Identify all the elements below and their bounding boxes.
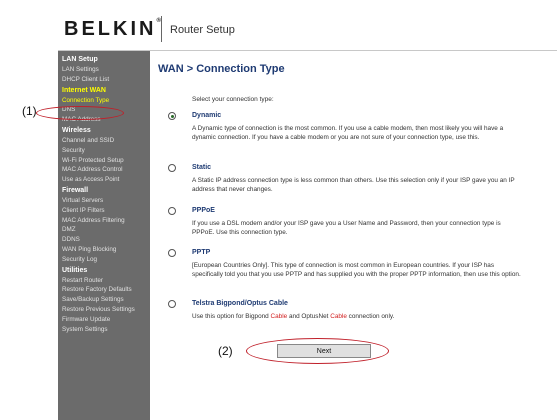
telstra-desc-part-2: and OptusNet [287, 313, 331, 320]
sidebar-item-ddns[interactable]: DDNS [62, 235, 150, 245]
radio-telstra[interactable] [168, 300, 176, 308]
sidebar-item-use-as-access-point[interactable]: Use as Access Point [62, 175, 150, 185]
sidebar-item-mac-address-filtering[interactable]: MAC Address Filtering [62, 216, 150, 226]
main-content: WAN > Connection Type Select your connec… [158, 63, 548, 320]
option-desc-dynamic: A Dynamic type of connection is the most… [192, 125, 504, 141]
radio-pptp[interactable] [168, 249, 176, 257]
telstra-desc-part-1: Use this option for Bigpond [192, 313, 271, 320]
option-desc-pppoe: If you use a DSL modem and/or your ISP g… [192, 220, 501, 236]
option-label-telstra[interactable]: Telstra Bigpond/Optus Cable [192, 300, 288, 307]
option-label-pppoe[interactable]: PPPoE [192, 207, 215, 214]
sidebar-item-client-ip-filters[interactable]: Client IP Filters [62, 206, 150, 216]
option-desc-telstra: Use this option for Bigpond Cable and Op… [192, 313, 522, 322]
sidebar-item-connection-type[interactable]: Connection Type [62, 96, 150, 106]
sidebar-item-restore-previous-settings[interactable]: Restore Previous Settings [62, 305, 150, 315]
radio-static[interactable] [168, 164, 176, 172]
option-label-pptp[interactable]: PPTP [192, 249, 210, 256]
header-divider [161, 16, 162, 42]
next-button[interactable]: Next [277, 344, 371, 358]
option-label-dynamic[interactable]: Dynamic [192, 112, 221, 119]
telstra-desc-cable-1: Cable [270, 313, 288, 320]
sidebar-item-dhcp-client-list[interactable]: DHCP Client List [62, 75, 150, 85]
callout-1-highlight [36, 106, 124, 120]
sidebar-item-wi-fi-protected-setup[interactable]: Wi-Fi Protected Setup [62, 156, 150, 166]
sidebar-item-dmz[interactable]: DMZ [62, 225, 150, 235]
header-title: Router Setup [170, 24, 235, 36]
sidebar-section-lan-setup: LAN Setup [62, 56, 98, 63]
sidebar-section-firewall: Firewall [62, 186, 89, 194]
option-desc-static: A Static IP address connection type is l… [192, 177, 515, 193]
sidebar-item-wan-ping-blocking[interactable]: WAN Ping Blocking [62, 245, 150, 255]
sidebar-item-restore-factory-defaults[interactable]: Restore Factory Defaults [62, 285, 150, 295]
sidebar-item-save-backup-settings[interactable]: Save/Backup Settings [62, 295, 150, 305]
sidebar-item-firmware-update[interactable]: Firmware Update [62, 315, 150, 325]
belkin-logo: BELKIN® [64, 18, 161, 41]
sidebar-item-virtual-servers[interactable]: Virtual Servers [62, 196, 150, 206]
option-desc-pptp: [European Countries Only]. This type of … [192, 262, 521, 278]
brand-name: BELKIN [64, 18, 157, 40]
sidebar-item-security-log[interactable]: Security Log [62, 255, 150, 265]
header: BELKIN® Router Setup [58, 0, 557, 50]
sidebar-item-lan-settings[interactable]: LAN Settings [62, 65, 150, 75]
telstra-desc-part-3: connection only. [346, 313, 395, 320]
page-title: WAN > Connection Type [158, 63, 285, 75]
connection-prompt: Select your connection type: [192, 96, 274, 103]
option-label-static[interactable]: Static [192, 164, 211, 171]
sidebar-item-system-settings[interactable]: System Settings [62, 325, 150, 335]
radio-dynamic[interactable] [168, 112, 176, 120]
sidebar-section-wireless: Wireless [62, 126, 91, 134]
radio-pppoe[interactable] [168, 207, 176, 215]
callout-1: (1) [22, 104, 37, 118]
sidebar-item-mac-address-control[interactable]: MAC Address Control [62, 165, 150, 175]
sidebar-item-security[interactable]: Security [62, 146, 150, 156]
sidebar-section-internet-wan: Internet WAN [62, 86, 106, 94]
callout-2: (2) [218, 344, 233, 358]
sidebar-section-utilities: Utilities [62, 266, 88, 274]
telstra-desc-cable-2: Cable [330, 313, 347, 320]
sidebar-item-restart-router[interactable]: Restart Router [62, 276, 150, 286]
sidebar-item-channel-and-ssid[interactable]: Channel and SSID [62, 136, 150, 146]
